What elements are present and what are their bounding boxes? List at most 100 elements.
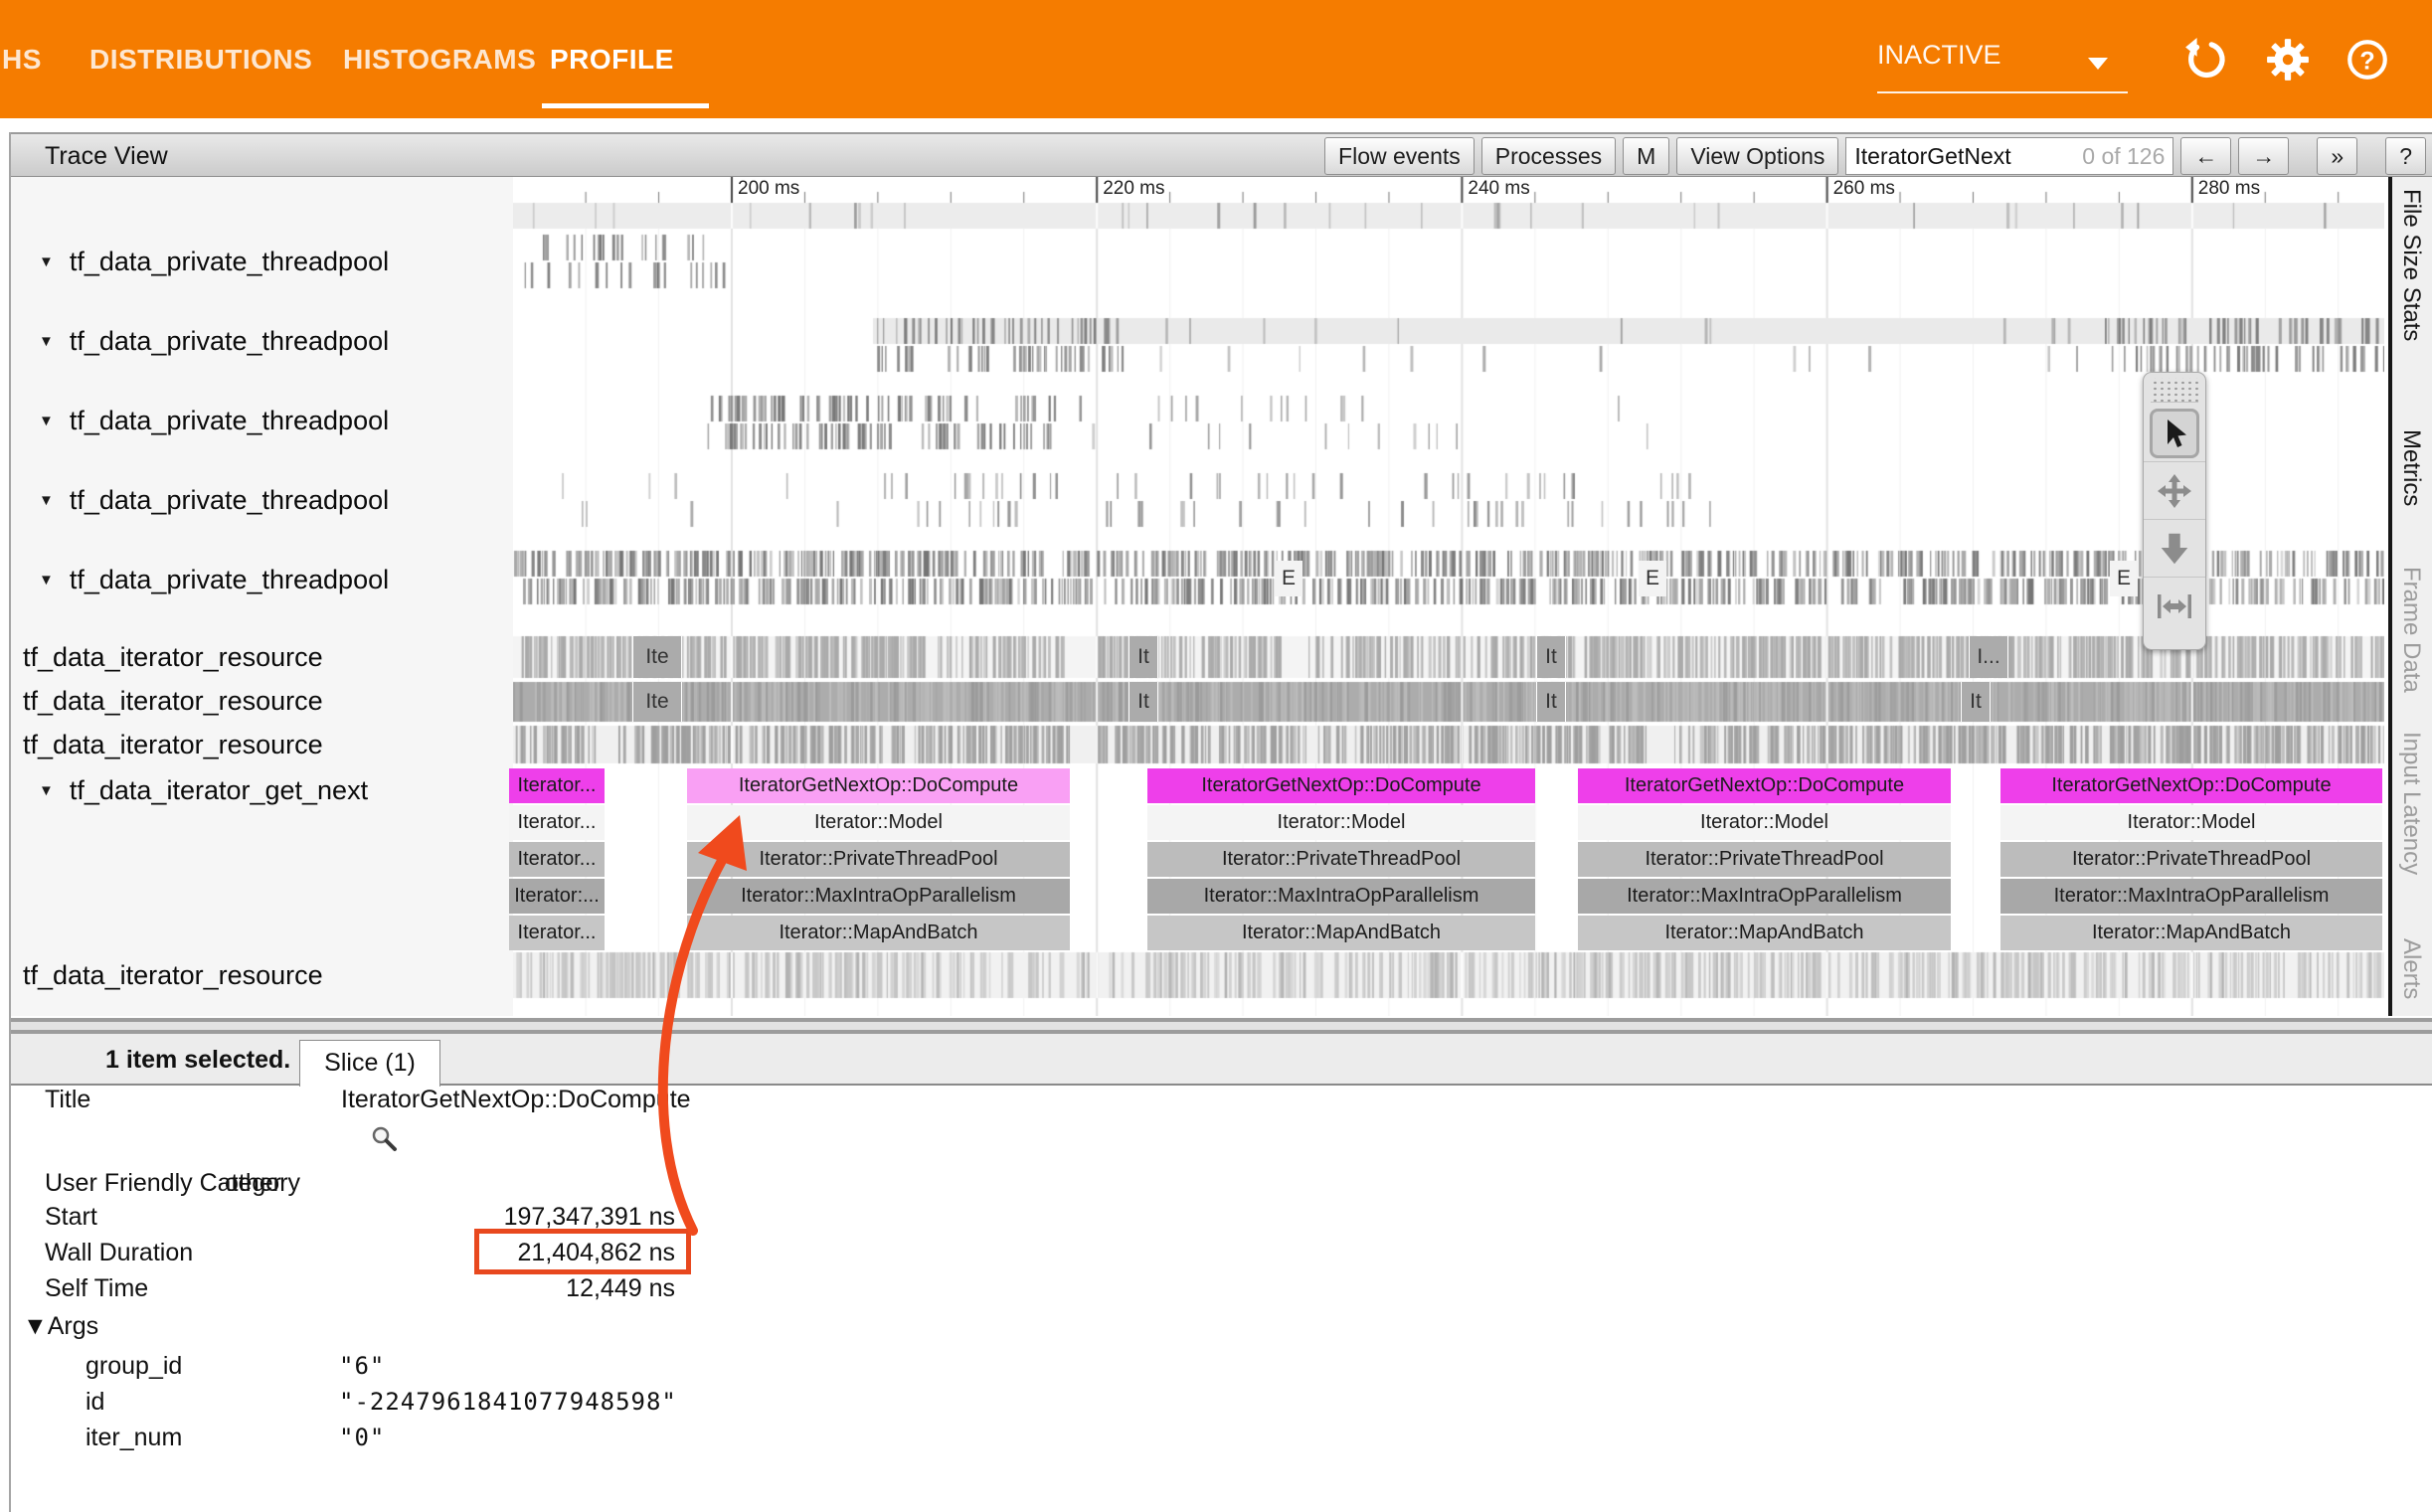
iterator-slice[interactable]: Ite xyxy=(632,636,682,678)
collapse-arrow-icon[interactable]: ▼ xyxy=(39,492,54,509)
panel-splitter[interactable] xyxy=(11,1018,2432,1034)
right-tab-alerts[interactable]: Alerts xyxy=(2397,938,2425,999)
selection-tool-button[interactable] xyxy=(2144,405,2205,462)
trace-slice[interactable]: Iterator::MapAndBatch xyxy=(687,916,1070,950)
iterator-slice[interactable]: It xyxy=(1129,636,1158,678)
trace-search-input[interactable]: IteratorGetNext 0 of 126 xyxy=(1845,137,2173,175)
palette-drag-handle[interactable] xyxy=(2151,378,2198,403)
field-label-self-time: Self Time xyxy=(45,1274,148,1303)
find-previous-button[interactable]: ← xyxy=(2180,137,2231,175)
right-tab-metrics[interactable]: Metrics xyxy=(2397,429,2425,506)
trace-slice[interactable]: Iterator::Model xyxy=(2000,805,2382,840)
field-label-title: Title xyxy=(45,1086,90,1114)
run-selector[interactable]: INACTIVE xyxy=(1877,40,2128,71)
trace-slice[interactable]: Iterator::PrivateThreadPool xyxy=(687,842,1070,877)
tab-histograms[interactable]: HISTOGRAMS xyxy=(343,0,536,118)
iterator-slice[interactable]: Ite xyxy=(632,682,682,722)
settings-icon[interactable] xyxy=(2265,37,2311,83)
trace-slice-header[interactable]: IteratorGetNextOp::DoCompute xyxy=(2000,768,2382,803)
field-label-start: Start xyxy=(45,1203,97,1232)
track-label-tf_data_iterator_resource[interactable]: tf_data_iterator_resource xyxy=(11,640,525,674)
iterator-slice[interactable]: It xyxy=(1536,682,1566,722)
collapse-arrow-icon[interactable]: ▼ xyxy=(39,572,54,588)
trace-slice[interactable]: Iterator::Model xyxy=(1578,805,1951,840)
cursor-icon xyxy=(2158,417,2191,450)
tab-graphs-partial[interactable]: HS xyxy=(2,0,42,118)
track-label-text: tf_data_iterator_resource xyxy=(23,730,323,760)
metadata-button[interactable]: M xyxy=(1623,137,1669,175)
collapse-arrow-icon[interactable]: ▼ xyxy=(39,333,54,350)
tool-palette xyxy=(2143,372,2206,650)
ruler-label-220-ms: 220 ms xyxy=(1103,178,1164,200)
tab-distributions[interactable]: DISTRIBUTIONS xyxy=(89,0,312,118)
processes-button[interactable]: Processes xyxy=(1481,137,1616,175)
ruler-label-280-ms: 280 ms xyxy=(2198,178,2260,200)
event-marker-e[interactable]: E xyxy=(1639,561,1666,596)
track-label-text: tf_data_iterator_get_next xyxy=(70,775,368,806)
trace-slice[interactable]: Iterator::Model xyxy=(687,805,1070,840)
trace-slice[interactable]: Iterator::MaxIntraOpParallelism xyxy=(2000,879,2382,914)
magnifier-icon[interactable] xyxy=(371,1125,399,1153)
trace-slice-selected[interactable]: IteratorGetNextOp::DoCompute xyxy=(687,768,1070,803)
trace-view-title: Trace View xyxy=(45,142,168,171)
reload-icon[interactable] xyxy=(2183,37,2229,83)
right-tab-input-latency[interactable]: Input Latency xyxy=(2397,732,2425,875)
track-label-tf_data_private_threadpool[interactable]: ▼tf_data_private_threadpool xyxy=(11,483,513,517)
trace-slice[interactable]: Iterator::MaxIntraOpParallelism xyxy=(1147,879,1535,914)
arg-key-id: id xyxy=(86,1388,104,1417)
iterator-slice[interactable]: It xyxy=(1961,682,1991,722)
find-next-button[interactable]: → xyxy=(2238,137,2289,175)
pan-tool-button[interactable] xyxy=(2144,462,2205,520)
trace-slice[interactable]: Iterator... xyxy=(509,842,605,877)
iterator-slice[interactable]: I... xyxy=(1969,636,2008,678)
track-label-tf_data_iterator_resource[interactable]: tf_data_iterator_resource xyxy=(11,958,525,992)
trace-slice[interactable]: Iterator:... xyxy=(509,879,605,914)
args-section-header[interactable]: ▼Args xyxy=(23,1312,98,1341)
active-tab-underline xyxy=(542,103,709,108)
iterator-slice[interactable]: It xyxy=(1129,682,1158,722)
tab-profile[interactable]: PROFILE xyxy=(550,0,674,118)
collapse-arrow-icon[interactable]: ▼ xyxy=(39,253,54,270)
event-marker-e[interactable]: E xyxy=(2110,561,2138,596)
arg-value-id: "-2247961841077948598" xyxy=(339,1388,677,1416)
trace-help-button[interactable]: ? xyxy=(2385,137,2426,175)
trace-slice[interactable]: Iterator::MapAndBatch xyxy=(2000,916,2382,950)
trace-slice[interactable]: Iterator... xyxy=(509,916,605,950)
right-tab-file-size-stats[interactable]: File Size Stats xyxy=(2397,189,2425,341)
trace-slice[interactable]: Iterator::PrivateThreadPool xyxy=(2000,842,2382,877)
trace-slice[interactable]: Iterator::MaxIntraOpParallelism xyxy=(687,879,1070,914)
help-icon[interactable]: ? xyxy=(2345,37,2390,83)
iterator-slice[interactable]: It xyxy=(1536,636,1566,678)
trace-slice-header[interactable]: Iterator... xyxy=(509,768,605,803)
track-label-tf_data_private_threadpool[interactable]: ▼tf_data_private_threadpool xyxy=(11,404,513,437)
timing-tool-button[interactable] xyxy=(2144,578,2205,634)
track-label-tf_data_iterator_get_next[interactable]: ▼ tf_data_iterator_get_next xyxy=(11,773,513,807)
trace-slice[interactable]: Iterator::MapAndBatch xyxy=(1578,916,1951,950)
trace-slice[interactable]: Iterator... xyxy=(509,805,605,840)
trace-slice[interactable]: Iterator::Model xyxy=(1147,805,1535,840)
track-label-tf_data_iterator_resource[interactable]: tf_data_iterator_resource xyxy=(11,684,525,718)
field-value-title: IteratorGetNextOp::DoCompute xyxy=(341,1086,691,1114)
track-label-tf_data_iterator_resource[interactable]: tf_data_iterator_resource xyxy=(11,728,525,761)
collapse-arrow-icon[interactable]: ▼ xyxy=(39,782,54,799)
trace-slice[interactable]: Iterator::PrivateThreadPool xyxy=(1147,842,1535,877)
pan-icon xyxy=(2155,471,2194,511)
trace-slice[interactable]: Iterator::MaxIntraOpParallelism xyxy=(1578,879,1951,914)
flow-events-button[interactable]: Flow events xyxy=(1324,137,1475,175)
trace-slice-header[interactable]: IteratorGetNextOp::DoCompute xyxy=(1147,768,1535,803)
zoom-tool-button[interactable] xyxy=(2144,520,2205,578)
collapse-panel-button[interactable]: » xyxy=(2317,137,2357,175)
track-label-tf_data_private_threadpool[interactable]: ▼tf_data_private_threadpool xyxy=(11,563,513,596)
trace-slice[interactable]: Iterator::PrivateThreadPool xyxy=(1578,842,1951,877)
track-label-text: tf_data_iterator_resource xyxy=(23,642,323,673)
trace-slice[interactable]: Iterator::MapAndBatch xyxy=(1147,916,1535,950)
view-options-button[interactable]: View Options xyxy=(1676,137,1838,175)
tab-slice[interactable]: Slice (1) xyxy=(299,1040,440,1087)
event-marker-e[interactable]: E xyxy=(1275,561,1303,596)
collapse-arrow-icon[interactable]: ▼ xyxy=(39,413,54,429)
track-label-tf_data_private_threadpool[interactable]: ▼tf_data_private_threadpool xyxy=(11,324,513,358)
search-value: IteratorGetNext xyxy=(1854,143,2010,170)
right-tab-frame-data[interactable]: Frame Data xyxy=(2397,567,2425,693)
track-label-tf_data_private_threadpool[interactable]: ▼tf_data_private_threadpool xyxy=(11,245,513,278)
trace-slice-header[interactable]: IteratorGetNextOp::DoCompute xyxy=(1578,768,1951,803)
